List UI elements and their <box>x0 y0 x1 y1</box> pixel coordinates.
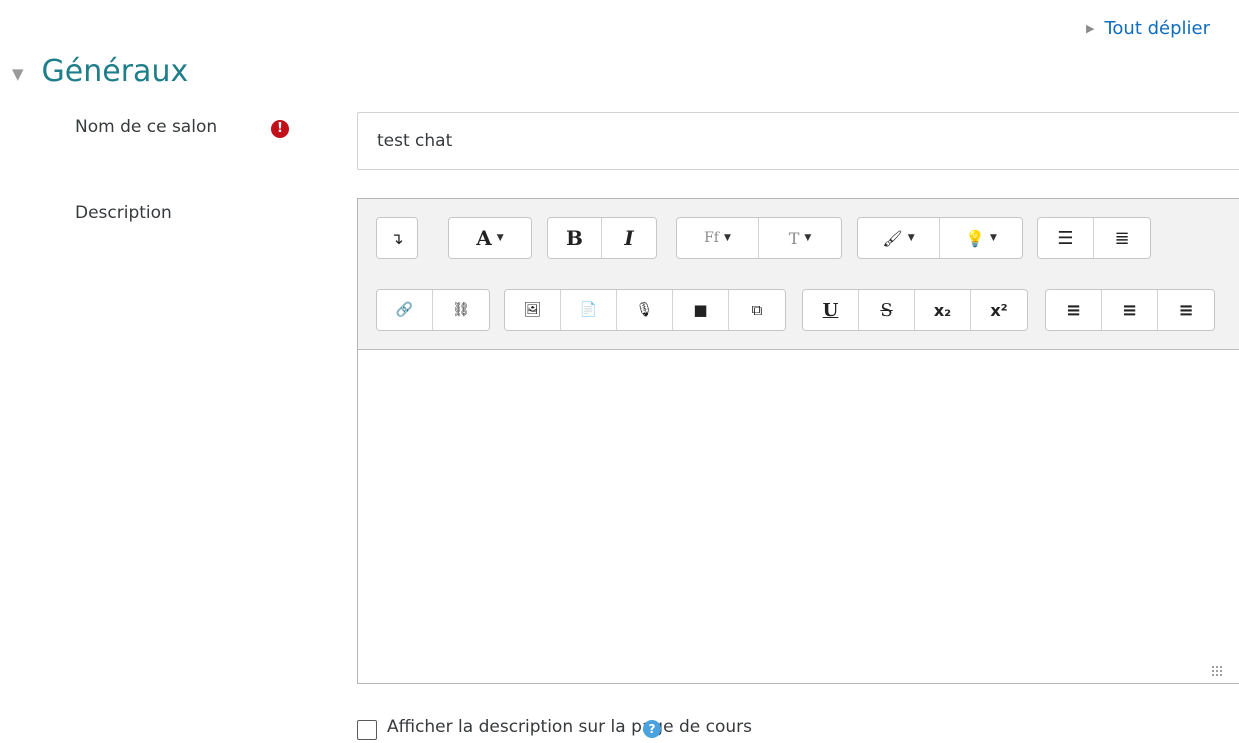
description-editor: ↴ A▼ B I Ff▼ T▼ 🖌▼ 💡▼ ☰ ≣ 🔗 ⛓ 🖼 📄 � <box>357 198 1239 684</box>
toolbar-group-font: Ff ▼ T ▼ <box>676 217 842 259</box>
paintbrush-icon: 🖌 <box>882 228 903 248</box>
triangle-right-icon: ▶ <box>1086 22 1095 35</box>
section-header-general[interactable]: ▼ Généraux <box>12 50 188 94</box>
superscript-button[interactable]: x² <box>971 290 1027 330</box>
microphone-icon: 🎙 <box>635 302 654 318</box>
font-size-button[interactable]: T ▼ <box>759 218 841 258</box>
toolbar-group-basic: B I <box>547 217 657 259</box>
toolbar-group-format: U S x₂ x² <box>802 289 1028 331</box>
dropdown-caret-icon: ▼ <box>990 233 997 243</box>
section-title: Généraux <box>41 54 189 89</box>
toolbar-group-style: A ▼ <box>448 217 532 259</box>
required-icon: ! <box>271 120 289 138</box>
font-color-button[interactable]: 🖌 ▼ <box>858 218 940 258</box>
toolbar-group-links: 🔗 ⛓ <box>376 289 490 331</box>
font-family-icon: Ff <box>704 230 719 246</box>
strikethrough-icon: S <box>880 299 893 321</box>
subscript-button[interactable]: x₂ <box>915 290 971 330</box>
bullet-list-icon: ☰ <box>1057 227 1074 249</box>
align-center-button[interactable]: ≡ <box>1102 290 1158 330</box>
lightbulb-icon: 💡 <box>965 228 985 248</box>
toolbar-group-collapse: ↴ <box>376 217 418 259</box>
subscript-icon: x₂ <box>933 300 952 320</box>
help-icon[interactable]: ? <box>643 720 661 738</box>
link-button[interactable]: 🔗 <box>377 290 433 330</box>
bold-button[interactable]: B <box>548 218 602 258</box>
superscript-icon: x² <box>990 300 1008 320</box>
toolbar-group-align: ≡ ≡ ≡ <box>1045 289 1215 331</box>
align-left-icon: ≡ <box>1065 299 1082 321</box>
paragraph-style-button[interactable]: A ▼ <box>449 218 531 258</box>
italic-icon: I <box>624 226 634 250</box>
dropdown-caret-icon: ▼ <box>804 233 812 243</box>
dropdown-caret-icon: ▼ <box>907 233 915 243</box>
align-center-icon: ≡ <box>1121 299 1138 321</box>
paragraph-style-icon: A <box>476 226 492 250</box>
copy-files-icon: ⧉ <box>751 301 763 319</box>
align-right-icon: ≡ <box>1178 299 1194 321</box>
toolbar-group-lists: ☰ ≣ <box>1037 217 1151 259</box>
ordered-list-button[interactable]: ≣ <box>1094 218 1150 258</box>
toggle-toolbar-button[interactable]: ↴ <box>377 218 417 258</box>
image-icon: 🖼 <box>523 302 542 318</box>
media-button[interactable]: 📄 <box>561 290 617 330</box>
chat-name-input[interactable] <box>357 112 1239 170</box>
align-right-button[interactable]: ≡ <box>1158 290 1214 330</box>
expand-all-label: Tout déplier <box>1104 18 1211 39</box>
unlink-icon: ⛓ <box>452 302 470 318</box>
strikethrough-button[interactable]: S <box>859 290 915 330</box>
manage-files-button[interactable]: ⧉ <box>729 290 785 330</box>
record-video-button[interactable]: ■ <box>673 290 729 330</box>
unlink-button[interactable]: ⛓ <box>433 290 489 330</box>
toolbar-group-color: 🖌 ▼ 💡 ▼ <box>857 217 1023 259</box>
editor-content-area[interactable] <box>358 350 1239 684</box>
toolbar-group-media: 🖼 📄 🎙 ■ ⧉ <box>504 289 786 331</box>
editor-toolbar: ↴ A▼ B I Ff▼ T▼ 🖌▼ 💡▼ ☰ ≣ 🔗 ⛓ 🖼 📄 � <box>358 199 1239 350</box>
video-camera-icon: ■ <box>693 301 708 319</box>
bold-icon: B <box>566 226 583 250</box>
align-left-button[interactable]: ≡ <box>1046 290 1102 330</box>
dropdown-caret-icon: ▼ <box>723 233 731 243</box>
highlight-button[interactable]: 💡 ▼ <box>940 218 1022 258</box>
record-audio-button[interactable]: 🎙 <box>617 290 673 330</box>
show-description-label: Afficher la description sur la page de c… <box>387 717 752 737</box>
media-file-icon: 📄 <box>579 302 598 318</box>
link-icon: 🔗 <box>395 302 414 318</box>
unordered-list-button[interactable]: ☰ <box>1038 218 1094 258</box>
underline-button[interactable]: U <box>803 290 859 330</box>
expand-all-link[interactable]: ▶ Tout déplier <box>1086 14 1239 44</box>
description-label: Description <box>75 203 172 223</box>
show-description-checkbox[interactable] <box>357 720 377 740</box>
caret-down-icon: ▼ <box>12 65 24 83</box>
toggle-toolbar-icon: ↴ <box>390 228 404 248</box>
numbered-list-icon: ≣ <box>1114 227 1130 249</box>
italic-button[interactable]: I <box>602 218 656 258</box>
name-field-label: Nom de ce salon <box>75 117 218 137</box>
image-button[interactable]: 🖼 <box>505 290 561 330</box>
font-size-icon: T <box>788 228 800 248</box>
dropdown-caret-icon: ▼ <box>496 233 504 243</box>
underline-icon: U <box>822 299 839 321</box>
font-family-button[interactable]: Ff ▼ <box>677 218 759 258</box>
resize-grip-icon[interactable] <box>1211 665 1223 677</box>
